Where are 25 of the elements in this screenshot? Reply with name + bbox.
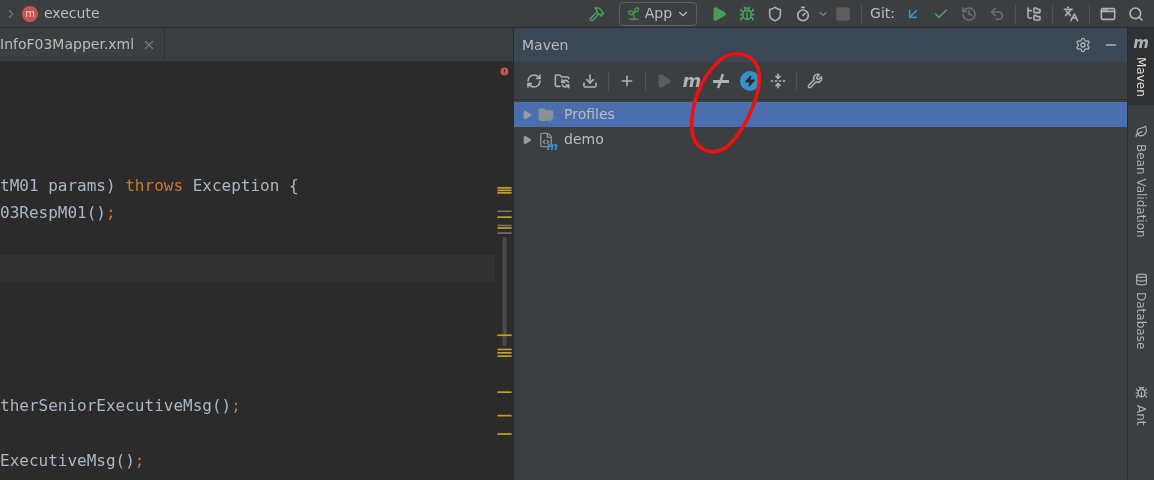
method-badge: m: [22, 5, 38, 22]
code-line: ExecutiveMsg();: [0, 449, 145, 472]
tool-window-stripe-button[interactable]: Ant: [1128, 377, 1154, 434]
editor-tab[interactable]: InfoF03Mapper.xml: [0, 28, 166, 61]
execute-goal-button[interactable]: m: [678, 68, 706, 93]
maven-icon: m: [1133, 36, 1149, 51]
bug-icon: [1134, 385, 1148, 399]
skip-tests-icon[interactable]: [712, 72, 730, 89]
code-line: 03RespM01();: [0, 202, 116, 225]
code-line: tM01 params) throws Exception {: [0, 174, 299, 197]
profiles-folder-icon: [538, 106, 554, 123]
git-label: Git:: [870, 4, 895, 23]
run-config-dropdown[interactable]: App: [618, 1, 698, 26]
settings-icon[interactable]: [1075, 37, 1091, 53]
tool-window-stripe-button[interactable]: Database: [1128, 265, 1154, 358]
tool-window-stripe-button[interactable]: m Maven: [1128, 28, 1154, 105]
tool-window-title: Maven: [522, 35, 569, 55]
breadcrumb-item[interactable]: execute: [44, 3, 100, 24]
tool-window-stripe-button[interactable]: Bean Validation: [1128, 116, 1154, 246]
sprout-icon: [625, 6, 641, 21]
leaf-icon: [1134, 124, 1148, 138]
expand-icon[interactable]: [522, 134, 532, 145]
tree-item[interactable]: m demo: [514, 127, 1127, 152]
database-icon: [1134, 273, 1148, 287]
code-line: therSeniorExecutiveMsg();: [0, 394, 241, 417]
